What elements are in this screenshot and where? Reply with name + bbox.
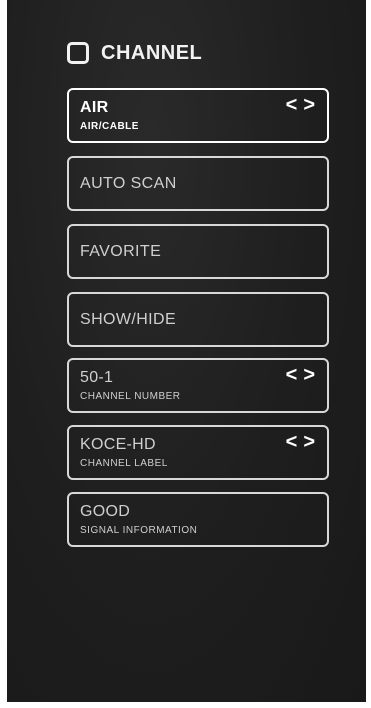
chevron-right-icon[interactable]: > (303, 94, 315, 116)
menu-item-favorite[interactable]: FAVORITE (67, 224, 329, 279)
air-cable-label: AIR/CABLE (80, 121, 139, 132)
channel-menu-panel: CHANNEL AIR AIR/CABLE < > AUTO SCAN FAVO… (7, 0, 366, 702)
chevron-left-icon[interactable]: < (286, 364, 298, 386)
channel-number-label: CHANNEL NUMBER (80, 391, 181, 402)
channel-number-value: 50-1 (80, 369, 114, 386)
menu-item-auto-scan[interactable]: AUTO SCAN (67, 156, 329, 211)
chevron-left-icon[interactable]: < (286, 94, 298, 116)
channel-number-arrows: < > (286, 364, 315, 386)
menu-item-signal-information[interactable]: GOOD SIGNAL INFORMATION (67, 492, 329, 547)
chevron-right-icon[interactable]: > (303, 364, 315, 386)
chevron-left-icon[interactable]: < (286, 431, 298, 453)
favorite-label: FAVORITE (80, 243, 162, 260)
air-cable-value: AIR (80, 99, 109, 116)
auto-scan-label: AUTO SCAN (80, 175, 177, 192)
signal-information-value: GOOD (80, 503, 131, 520)
menu-item-show-hide[interactable]: SHOW/HIDE (67, 292, 329, 347)
menu-item-air-cable[interactable]: AIR AIR/CABLE < > (67, 88, 329, 143)
air-cable-arrows: < > (286, 94, 315, 116)
chevron-right-icon[interactable]: > (303, 431, 315, 453)
menu-header: CHANNEL (67, 40, 202, 66)
menu-item-channel-label[interactable]: KOCE-HD CHANNEL LABEL < > (67, 425, 329, 480)
channel-label-value: KOCE-HD (80, 436, 156, 453)
menu-title: CHANNEL (101, 41, 203, 64)
channel-label-label: CHANNEL LABEL (80, 458, 168, 469)
signal-information-label: SIGNAL INFORMATION (80, 525, 198, 536)
show-hide-label: SHOW/HIDE (80, 311, 177, 328)
menu-item-channel-number[interactable]: 50-1 CHANNEL NUMBER < > (67, 358, 329, 413)
channel-label-arrows: < > (286, 431, 315, 453)
tv-icon (67, 42, 89, 64)
